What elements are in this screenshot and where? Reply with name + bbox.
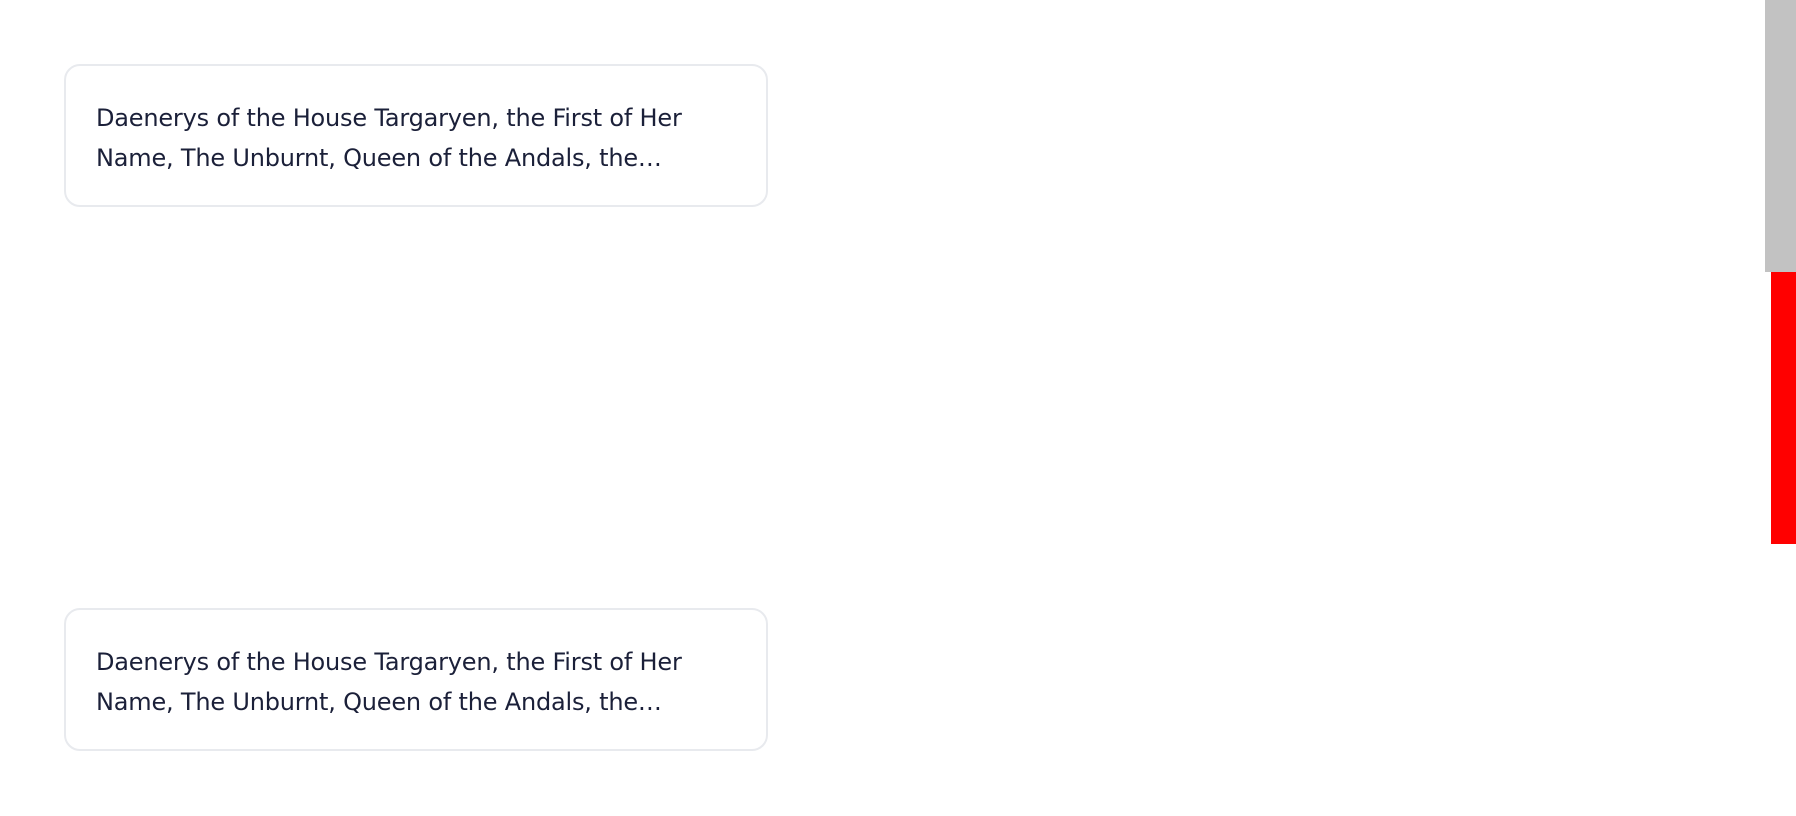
text-card[interactable]: Daenerys of the House Targaryen, the Fir… [64, 64, 768, 207]
scroll-marker [1771, 272, 1796, 544]
text-card[interactable]: Daenerys of the House Targaryen, the Fir… [64, 608, 768, 751]
top-panel: Daenerys of the House Targaryen, the Fir… [0, 0, 1765, 272]
viewport: Daenerys of the House Targaryen, the Fir… [0, 0, 1796, 816]
card-text: Daenerys of the House Targaryen, the Fir… [96, 104, 682, 172]
scrollbar-thumb[interactable] [1765, 0, 1796, 272]
card-text: Daenerys of the House Targaryen, the Fir… [96, 648, 682, 716]
